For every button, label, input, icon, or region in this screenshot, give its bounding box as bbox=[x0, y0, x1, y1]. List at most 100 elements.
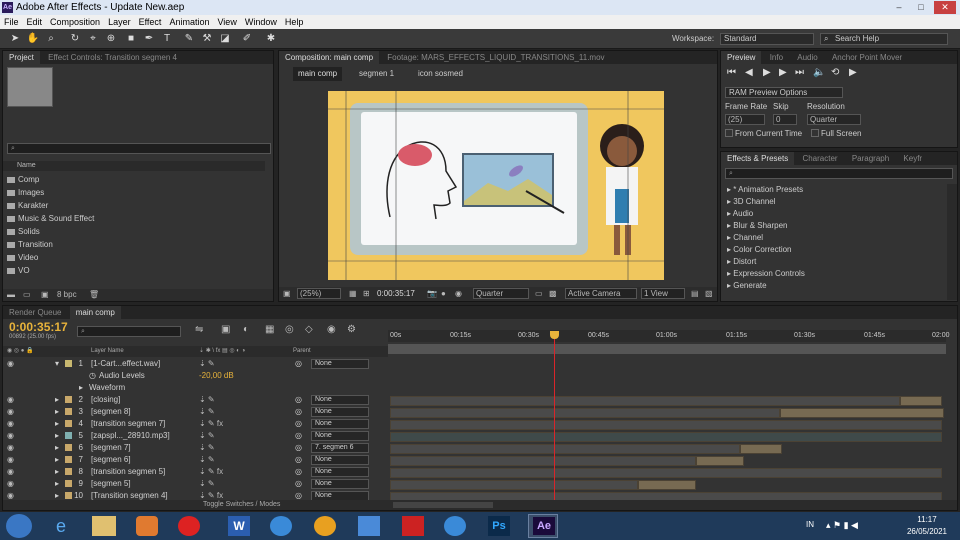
selection-tool-icon[interactable]: ➤ bbox=[8, 32, 22, 46]
parent-header[interactable]: Parent bbox=[293, 346, 311, 357]
interpret-footage-icon[interactable]: ▬ bbox=[7, 289, 15, 301]
tab-info[interactable]: Info bbox=[764, 51, 789, 64]
parent-select[interactable]: None bbox=[311, 467, 369, 477]
layer-switches[interactable]: ⇣ ✎ fx bbox=[199, 418, 223, 430]
layer-name[interactable]: [zapspl..._28910.mp3] bbox=[91, 430, 170, 442]
pick-whip-icon[interactable]: ◎ bbox=[295, 430, 302, 442]
audio-toggle-icon[interactable]: ◉ bbox=[7, 430, 14, 442]
layer-row[interactable]: ◉ ▸ 9 [segmen 5] ⇣ ✎ ◎ None bbox=[3, 478, 388, 490]
layer-bar-closing[interactable] bbox=[900, 396, 942, 406]
pick-whip-icon[interactable]: ◎ bbox=[295, 442, 302, 454]
expand-chevron-icon[interactable]: ▸ bbox=[55, 406, 59, 418]
pdf-icon[interactable] bbox=[402, 516, 424, 536]
timeline-timecode[interactable]: 0:00:35:17 bbox=[9, 320, 68, 334]
zoom-slider[interactable] bbox=[393, 502, 493, 508]
clock-time[interactable]: 11:17 bbox=[902, 515, 952, 524]
layer-name[interactable]: [closing] bbox=[91, 394, 120, 406]
previous-frame-icon[interactable]: ◀ bbox=[745, 67, 753, 78]
menu-edit[interactable]: Edit bbox=[23, 15, 47, 29]
label-color[interactable] bbox=[65, 432, 72, 439]
first-frame-icon[interactable]: ⏮ bbox=[727, 67, 736, 78]
project-item-images[interactable]: Images bbox=[3, 186, 261, 199]
visibility-icon[interactable]: ◉ bbox=[7, 394, 14, 406]
layer-name[interactable]: [1-Cart...effect.wav] bbox=[91, 358, 160, 370]
pixel-aspect-icon[interactable]: ▤ bbox=[691, 287, 699, 301]
next-frame-icon[interactable]: ▶ bbox=[779, 67, 787, 78]
expand-chevron-icon[interactable]: ▸ bbox=[55, 442, 59, 454]
layer-bar-zapsplat[interactable] bbox=[390, 432, 942, 442]
parent-select[interactable]: None bbox=[311, 431, 369, 441]
tab-composition[interactable]: Composition: main comp bbox=[279, 51, 380, 64]
preview-resolution-select[interactable]: Quarter bbox=[807, 114, 861, 125]
always-preview-icon[interactable]: ▣ bbox=[283, 287, 291, 301]
parent-select[interactable]: None bbox=[311, 479, 369, 489]
playhead-handle[interactable] bbox=[550, 331, 559, 339]
tab-effects-presets[interactable]: Effects & Presets bbox=[721, 152, 795, 165]
layer-row[interactable]: ◉ ▸ 3 [segmen 8] ⇣ ✎ ◎ None bbox=[3, 406, 388, 418]
comp-mini-flowchart-icon[interactable]: ⇋ bbox=[195, 324, 203, 335]
layer-row[interactable]: ◉ ▸ 8 [transition segmen 5] ⇣ ✎ fx ◎ Non… bbox=[3, 466, 388, 478]
layer-row[interactable]: ◉ ▸ 7 [segmen 6] ⇣ ✎ ◎ None bbox=[3, 454, 388, 466]
layer-name-header[interactable]: Layer Name bbox=[91, 346, 124, 357]
pick-whip-icon[interactable]: ◎ bbox=[295, 358, 302, 370]
new-folder-icon[interactable]: ▭ bbox=[23, 289, 31, 301]
menu-help[interactable]: Help bbox=[281, 15, 308, 29]
resolution-select[interactable]: Quarter bbox=[473, 288, 529, 299]
eraser-tool-icon[interactable]: ◪ bbox=[218, 32, 232, 46]
motion-blur-icon[interactable]: ◎ bbox=[285, 324, 294, 335]
mute-audio-icon[interactable]: 🔈 bbox=[813, 67, 825, 78]
media-player-icon[interactable] bbox=[136, 516, 158, 536]
layer-name[interactable]: [segmen 5] bbox=[91, 478, 131, 490]
layer-bar-segmen-8[interactable] bbox=[780, 408, 944, 418]
label-color[interactable] bbox=[65, 444, 72, 451]
effect-category[interactable]: ▸ 3D Channel bbox=[723, 196, 945, 208]
pick-whip-icon[interactable]: ◎ bbox=[295, 418, 302, 430]
maximize-button[interactable]: □ bbox=[910, 1, 932, 14]
visibility-icon[interactable]: ◉ bbox=[7, 454, 14, 466]
layer-row[interactable]: ◉ ▸ 5 [zapspl..._28910.mp3] ⇣ ✎ ◎ None bbox=[3, 430, 388, 442]
safe-zones-icon[interactable]: ▦ bbox=[349, 287, 357, 301]
zoom-tool-icon[interactable]: ⌕ bbox=[44, 32, 58, 46]
layer-name[interactable]: [transition segmen 7] bbox=[91, 418, 165, 430]
layer-switches[interactable]: ⇣ ✎ bbox=[199, 454, 215, 466]
clone-stamp-tool-icon[interactable]: ⚒ bbox=[200, 32, 214, 46]
project-search-input[interactable]: ⌕ bbox=[7, 143, 271, 154]
minimize-button[interactable]: – bbox=[888, 1, 910, 14]
layer-switches[interactable]: ⇣ ✎ fx bbox=[199, 466, 223, 478]
color-channel-icon[interactable]: ◉ bbox=[455, 287, 462, 301]
play-icon[interactable]: ▶ bbox=[763, 67, 771, 78]
tab-preview[interactable]: Preview bbox=[721, 51, 762, 64]
layer-name[interactable]: [segmen 8] bbox=[91, 406, 131, 418]
after-effects-taskbar-item[interactable]: Ae bbox=[528, 514, 558, 538]
audio-toggle-icon[interactable]: ◉ bbox=[7, 358, 14, 370]
collapse-chevron-icon[interactable]: ▾ bbox=[55, 358, 59, 370]
close-button[interactable]: ✕ bbox=[934, 1, 956, 14]
project-item-comp[interactable]: Comp bbox=[3, 173, 261, 186]
effects-scrollbar[interactable] bbox=[947, 184, 957, 300]
visibility-icon[interactable]: ◉ bbox=[7, 418, 14, 430]
magnification-select[interactable]: (25%) bbox=[297, 288, 341, 299]
pen-tool-icon[interactable]: ✒ bbox=[142, 32, 156, 46]
layer-switches[interactable]: ⇣ ✎ bbox=[199, 478, 215, 490]
project-item-video[interactable]: Video bbox=[3, 251, 261, 264]
effect-category[interactable]: ▸ Distort bbox=[723, 256, 945, 268]
layer-bar-transition-segmen-7[interactable] bbox=[390, 420, 942, 430]
menu-file[interactable]: File bbox=[0, 15, 23, 29]
pan-behind-tool-icon[interactable]: ⊕ bbox=[104, 32, 118, 46]
pick-whip-icon[interactable]: ◎ bbox=[295, 406, 302, 418]
search-help-input[interactable]: ⌕ Search Help bbox=[820, 33, 948, 45]
tab-main-comp[interactable]: main comp bbox=[69, 306, 121, 319]
layer-bar-segmen-5[interactable] bbox=[638, 480, 696, 490]
ram-preview-icon[interactable]: ▶ bbox=[849, 67, 857, 78]
current-time-display[interactable]: 0:00:35:17 bbox=[377, 287, 415, 301]
audio-levels-value[interactable]: -20,00 dB bbox=[199, 370, 234, 382]
breadcrumb-segmen-1[interactable]: segmen 1 bbox=[359, 67, 394, 81]
layer-row[interactable]: ◉ ▸ 6 [segmen 7] ⇣ ✎ ◎ 7. segmen 6 bbox=[3, 442, 388, 454]
menu-animation[interactable]: Animation bbox=[165, 15, 213, 29]
fast-previews-icon[interactable]: ▧ bbox=[705, 287, 713, 301]
grid-icon[interactable]: ⊞ bbox=[363, 287, 370, 301]
menu-effect[interactable]: Effect bbox=[135, 15, 166, 29]
bpc-label[interactable]: 8 bpc bbox=[57, 289, 77, 301]
breadcrumb-icon-sosmed[interactable]: icon sosmed bbox=[418, 67, 463, 81]
layer-switches[interactable]: ⇣ ✎ bbox=[199, 358, 215, 370]
